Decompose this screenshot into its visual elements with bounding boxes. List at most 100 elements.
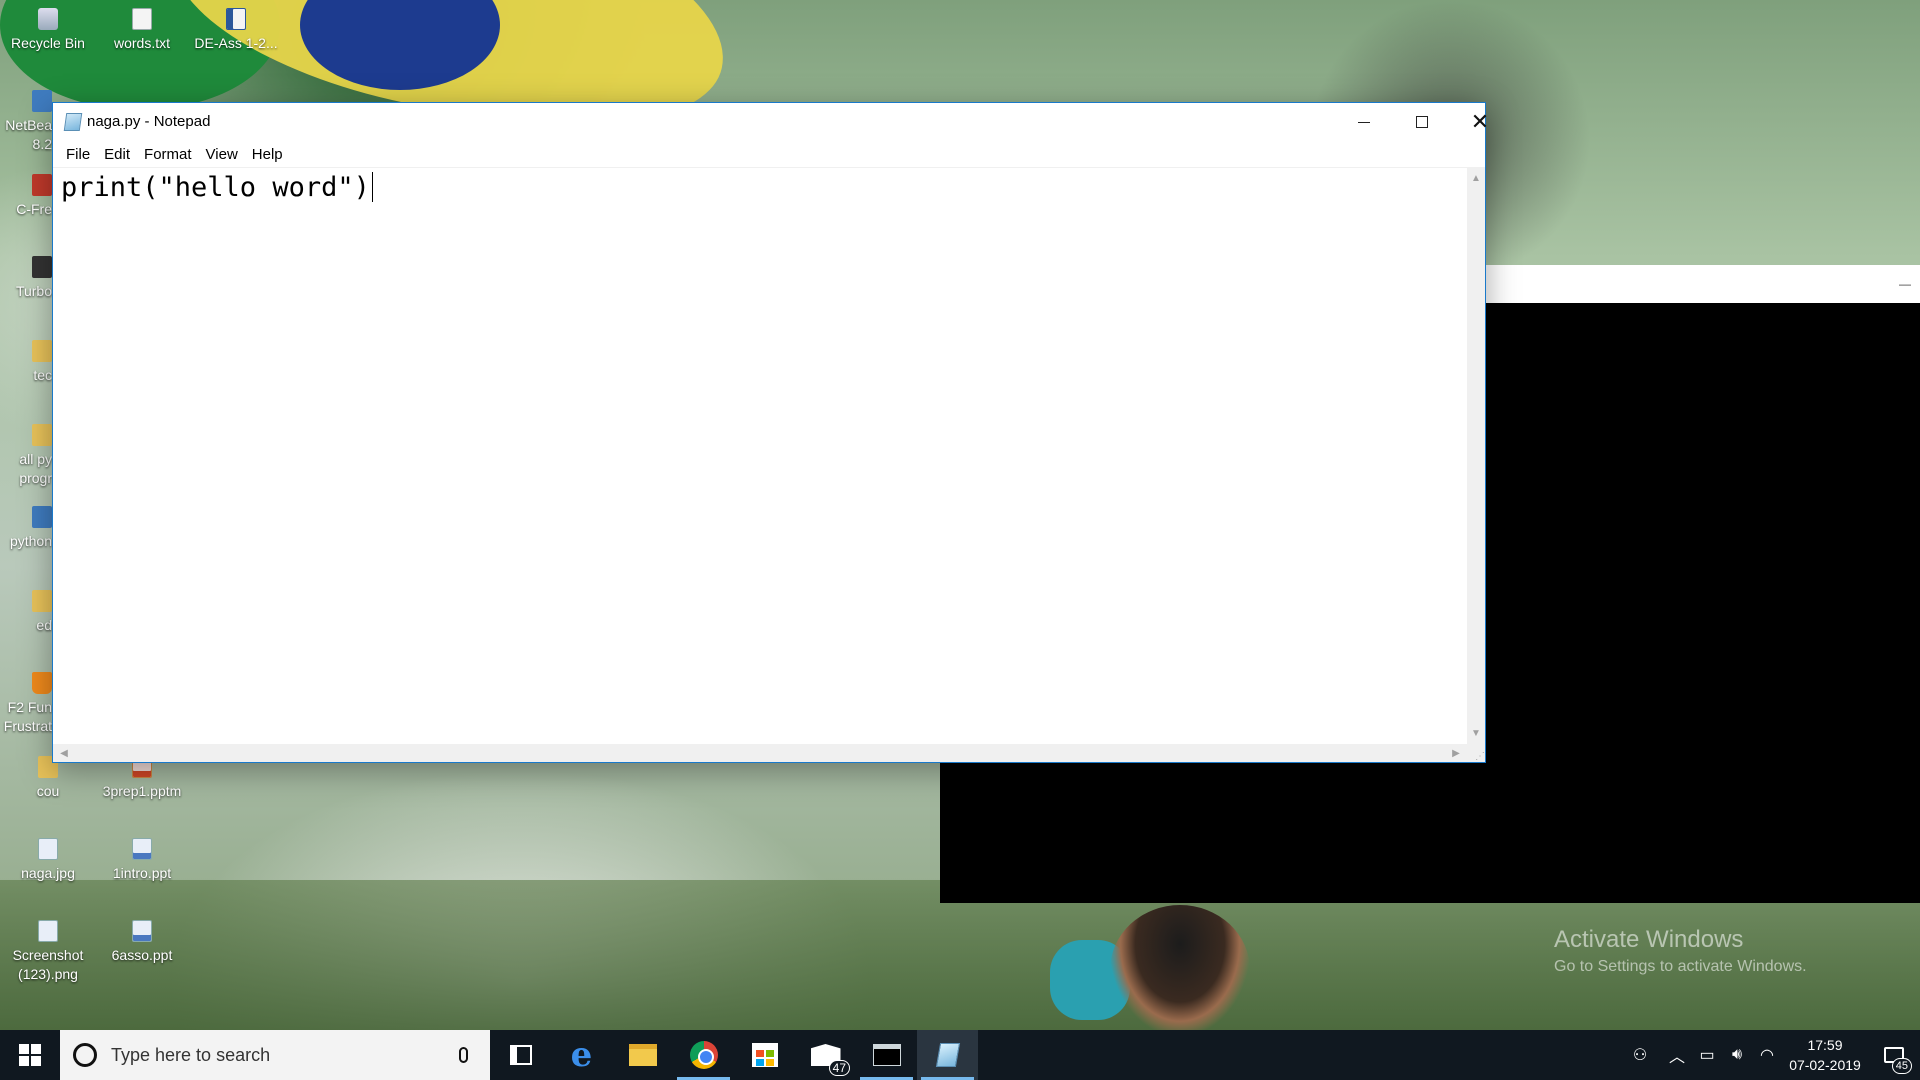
microphone-icon[interactable] — [448, 1040, 478, 1070]
taskbar-store[interactable] — [734, 1030, 795, 1080]
menu-bar: File Edit Format View Help — [53, 141, 1485, 167]
file-explorer-icon — [628, 1044, 657, 1066]
horizontal-scrollbar[interactable]: ◀ ▶ — [53, 744, 1467, 762]
clock[interactable]: 17:59 07-02-2019 — [1782, 1030, 1868, 1080]
scroll-left-icon[interactable]: ◀ — [55, 744, 73, 762]
desktop-icon-ed[interactable]: ed — [0, 590, 52, 635]
desktop-icon-label: 1intro.ppt — [112, 865, 172, 881]
taskbar-mail[interactable]: 47 — [795, 1030, 856, 1080]
desktop-icon-tec[interactable]: tec — [0, 340, 52, 385]
close-icon: ✕ — [1470, 109, 1490, 134]
desktop-icon-all-py[interactable]: all py progr — [0, 424, 52, 488]
folder-icon — [32, 340, 52, 362]
battery-icon[interactable]: ▭ — [1692, 1030, 1722, 1080]
start-button[interactable] — [0, 1030, 60, 1080]
word-document-icon — [226, 8, 246, 30]
netbeans-icon — [32, 90, 52, 112]
action-center-button[interactable]: 45 — [1868, 1030, 1920, 1080]
desktop-icon-recycle-bin[interactable]: Recycle Bin — [2, 8, 94, 53]
menu-edit[interactable]: Edit — [97, 144, 137, 165]
desktop-icon-label: DE-Ass 1-2... — [194, 35, 278, 51]
system-tray: ⚇ ︿ ▭ 🔊︎ ◠ 17:59 07-02-2019 45 — [1618, 1030, 1920, 1080]
store-icon — [751, 1043, 778, 1067]
desktop-icon-turbo[interactable]: Turbo — [0, 256, 52, 301]
desktop-icon-label: Screenshot (123).png — [12, 947, 84, 982]
notepad-icon — [935, 1043, 960, 1067]
edge-icon: e — [570, 1035, 593, 1075]
wifi-icon[interactable]: ◠ — [1752, 1030, 1782, 1080]
desktop-icon-label: all py progr — [19, 451, 52, 486]
desktop-icon-screenshot[interactable]: Screenshot (123).png — [2, 920, 94, 984]
image-file-icon — [38, 920, 58, 942]
activate-windows-watermark: Activate Windows Go to Settings to activ… — [1554, 924, 1807, 978]
desktop-icon-label: Recycle Bin — [11, 35, 85, 51]
menu-view[interactable]: View — [199, 144, 245, 165]
desktop-icon-label: F2 Fun Frustrat — [3, 699, 52, 734]
recycle-bin-icon — [38, 8, 58, 30]
image-file-icon — [38, 838, 58, 860]
desktop-icon-label: Turbo — [15, 283, 52, 299]
desktop-icon-label: python — [9, 533, 52, 549]
taskbar-search-box[interactable]: Type here to search — [60, 1030, 490, 1080]
desktop-icon-naga-jpg[interactable]: naga.jpg — [2, 838, 94, 883]
taskbar-task-view[interactable] — [490, 1030, 551, 1080]
taskbar-file-explorer[interactable] — [612, 1030, 673, 1080]
taskbar-notepad[interactable] — [917, 1030, 978, 1080]
powerpoint-icon — [132, 920, 152, 942]
clock-time: 17:59 — [1807, 1037, 1843, 1053]
search-placeholder: Type here to search — [111, 1044, 271, 1065]
text-file-icon — [132, 8, 152, 30]
desktop-icon-1intro[interactable]: 1intro.ppt — [96, 838, 188, 883]
desktop-icon-de-ass[interactable]: DE-Ass 1-2... — [190, 8, 282, 53]
notepad-titlebar[interactable]: naga.py - Notepad ✕ — [53, 103, 1489, 141]
desktop-icon-netbeans[interactable]: NetBea 8.2 — [0, 90, 52, 154]
activate-windows-title: Activate Windows — [1554, 926, 1744, 953]
desktop-icon-f2-fun[interactable]: F2 Fun Frustrat — [0, 672, 52, 736]
taskbar: Type here to search e 47 ⚇ ︿ ▭ 🔊︎ ◠ 17:5… — [0, 1030, 1920, 1080]
editor-line[interactable]: print("hello word") — [61, 172, 373, 203]
text-editor-area[interactable]: print("hello word") — [53, 167, 1467, 744]
command-prompt-icon — [872, 1044, 901, 1066]
taskbar-edge[interactable]: e — [551, 1030, 612, 1080]
notepad-icon — [63, 113, 83, 131]
taskbar-command-prompt[interactable] — [856, 1030, 917, 1080]
console-minimize-button[interactable]: — — [1898, 277, 1912, 291]
activate-windows-subtitle: Go to Settings to activate Windows. — [1554, 958, 1807, 975]
folder-icon — [32, 590, 52, 612]
scroll-up-icon[interactable]: ▲ — [1467, 169, 1485, 187]
minimize-button[interactable] — [1335, 103, 1393, 141]
clock-date: 07-02-2019 — [1789, 1057, 1861, 1073]
chevron-up-icon[interactable]: ︿ — [1662, 1030, 1692, 1080]
close-button[interactable]: ✕ — [1451, 103, 1509, 141]
notepad-window[interactable]: naga.py - Notepad ✕ File Edit Format Vie… — [52, 102, 1489, 763]
desktop-icon-c-free[interactable]: C-Fre — [0, 174, 52, 219]
menu-format[interactable]: Format — [137, 144, 199, 165]
powerpoint-icon — [132, 838, 152, 860]
maximize-button[interactable] — [1393, 103, 1451, 141]
vertical-scrollbar[interactable]: ▲ ▼ — [1467, 167, 1485, 744]
editor-content: print("hello word") — [61, 172, 370, 203]
resize-grip-icon[interactable]: ⋰ — [1467, 744, 1485, 762]
scroll-down-icon[interactable]: ▼ — [1467, 724, 1485, 742]
window-title: naga.py - Notepad — [87, 113, 211, 130]
desktop-icon-6asso[interactable]: 6asso.ppt — [96, 920, 188, 965]
c-free-icon — [32, 174, 52, 196]
scroll-right-icon[interactable]: ▶ — [1447, 744, 1465, 762]
taskbar-chrome[interactable] — [673, 1030, 734, 1080]
desktop-icon-label: C-Fre — [16, 201, 52, 217]
volume-icon[interactable]: 🔊︎ — [1722, 1030, 1752, 1080]
desktop-icon-words-txt[interactable]: words.txt — [96, 8, 188, 53]
people-icon[interactable]: ⚇ — [1618, 1030, 1662, 1080]
mail-badge: 47 — [828, 1060, 850, 1076]
menu-help[interactable]: Help — [245, 144, 290, 165]
text-caret — [371, 172, 373, 202]
minimize-icon — [1358, 121, 1370, 123]
vlc-icon — [32, 672, 52, 694]
menu-file[interactable]: File — [59, 144, 97, 165]
desktop-icon-python[interactable]: python — [0, 506, 52, 551]
turbo-c-icon — [32, 256, 52, 278]
desktop-icon-label: cou — [36, 783, 60, 799]
maximize-icon — [1416, 116, 1428, 128]
chrome-icon — [689, 1041, 718, 1069]
python-icon — [32, 506, 52, 528]
